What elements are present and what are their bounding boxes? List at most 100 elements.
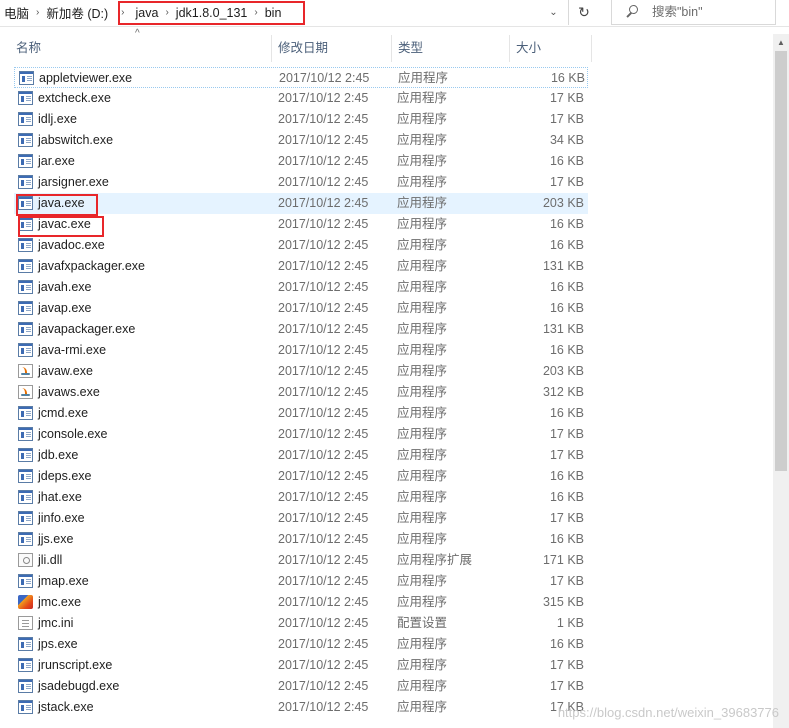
chevron-right-icon[interactable]: › <box>251 7 260 18</box>
file-size: 171 KB <box>542 553 584 567</box>
file-size: 16 KB <box>549 217 584 231</box>
ini-icon <box>18 616 33 630</box>
file-name: javadoc.exe <box>38 238 105 252</box>
file-date: 2017/10/12 2:45 <box>278 700 369 714</box>
file-date: 2017/10/12 2:45 <box>278 343 369 357</box>
file-row[interactable]: idlj.exe 2017/10/12 2:45 应用程序 17 KB <box>14 109 588 130</box>
file-row[interactable]: appletviewer.exe 2017/10/12 2:45 应用程序 16 KB <box>14 67 588 88</box>
file-row[interactable]: javap.exe 2017/10/12 2:45 应用程序 16 KB <box>14 298 588 319</box>
file-row[interactable]: jarsigner.exe 2017/10/12 2:45 应用程序 17 KB <box>14 172 588 193</box>
file-row[interactable]: java.exe 2017/10/12 2:45 应用程序 203 KB <box>14 193 588 214</box>
file-row[interactable]: javapackager.exe 2017/10/12 2:45 应用程序 131 K… <box>14 319 588 340</box>
file-row[interactable]: jdb.exe 2017/10/12 2:45 应用程序 17 KB <box>14 445 588 466</box>
file-row[interactable]: jdeps.exe 2017/10/12 2:45 应用程序 16 KB <box>14 466 588 487</box>
breadcrumb-this-pc[interactable]: 电脑 <box>0 3 33 22</box>
file-row[interactable]: jabswitch.exe 2017/10/12 2:45 应用程序 34 KB <box>14 130 588 151</box>
breadcrumb-drive[interactable]: 新加卷 (D:) <box>42 3 112 22</box>
column-date[interactable]: 修改日期 <box>272 35 392 62</box>
vertical-scrollbar[interactable]: ▲ <box>773 34 789 728</box>
column-size[interactable]: 大小 <box>510 35 592 62</box>
file-name: jmap.exe <box>38 574 89 588</box>
file-type: 应用程序 <box>397 133 448 147</box>
exe-icon <box>18 490 33 504</box>
file-row[interactable]: extcheck.exe 2017/10/12 2:45 应用程序 17 KB <box>14 88 588 109</box>
file-size: 16 KB <box>549 280 584 294</box>
breadcrumb-bin[interactable]: bin <box>261 6 286 20</box>
search-box[interactable] <box>611 0 776 25</box>
file-row[interactable]: javah.exe 2017/10/12 2:45 应用程序 16 KB <box>14 277 588 298</box>
file-row[interactable]: javac.exe 2017/10/12 2:45 应用程序 16 KB <box>14 214 588 235</box>
file-size: 16 KB <box>549 343 584 357</box>
chevron-right-icon[interactable]: › <box>33 7 42 18</box>
file-row[interactable]: jhat.exe 2017/10/12 2:45 应用程序 16 KB <box>14 487 588 508</box>
exe-icon <box>18 427 33 441</box>
file-row[interactable]: javafxpackager.exe 2017/10/12 2:45 应用程序 131… <box>14 256 588 277</box>
file-row[interactable]: jar.exe 2017/10/12 2:45 应用程序 16 KB <box>14 151 588 172</box>
file-row[interactable]: javaws.exe 2017/10/12 2:45 应用程序 312 KB <box>14 382 588 403</box>
file-row[interactable]: jrunscript.exe 2017/10/12 2:45 应用程序 17 KB <box>14 655 588 676</box>
file-row[interactable]: jmc.ini 2017/10/12 2:45 配置设置 1 KB <box>14 613 588 634</box>
column-name[interactable]: 名称 <box>10 35 272 62</box>
file-row[interactable]: jjs.exe 2017/10/12 2:45 应用程序 16 KB <box>14 529 588 550</box>
file-row[interactable]: jmap.exe 2017/10/12 2:45 应用程序 17 KB <box>14 571 588 592</box>
file-size: 17 KB <box>549 574 584 588</box>
exe-icon <box>18 637 33 651</box>
file-row[interactable]: java-rmi.exe 2017/10/12 2:45 应用程序 16 KB <box>14 340 588 361</box>
file-row[interactable]: jli.dll 2017/10/12 2:45 应用程序扩展 171 KB <box>14 550 588 571</box>
file-date: 2017/10/12 2:45 <box>278 574 369 588</box>
file-type: 应用程序 <box>397 406 448 420</box>
file-row[interactable]: jinfo.exe 2017/10/12 2:45 应用程序 17 KB <box>14 508 588 529</box>
file-row[interactable]: jconsole.exe 2017/10/12 2:45 应用程序 17 KB <box>14 424 588 445</box>
refresh-icon[interactable]: ↻ <box>568 0 599 25</box>
chevron-right-icon[interactable]: › <box>162 7 171 18</box>
exe-icon <box>18 679 33 693</box>
file-row[interactable]: javadoc.exe 2017/10/12 2:45 应用程序 16 KB <box>14 235 588 256</box>
file-row[interactable]: jstack.exe 2017/10/12 2:45 应用程序 17 KB <box>14 697 588 718</box>
search-icon <box>624 4 640 20</box>
file-size: 34 KB <box>549 133 584 147</box>
file-type: 应用程序 <box>397 679 448 693</box>
file-size: 16 KB <box>549 469 584 483</box>
address-bar[interactable]: 电脑 › 新加卷 (D:) › java › jdk1.8.0_131 › bi… <box>0 0 789 27</box>
file-size: 16 KB <box>549 637 584 651</box>
file-name: javaw.exe <box>38 364 93 378</box>
file-row[interactable]: jcmd.exe 2017/10/12 2:45 应用程序 16 KB <box>14 403 588 424</box>
file-date: 2017/10/12 2:45 <box>278 658 369 672</box>
file-date: 2017/10/12 2:45 <box>278 322 369 336</box>
scroll-thumb[interactable] <box>775 51 787 471</box>
file-type: 应用程序 <box>398 71 449 85</box>
scroll-up-arrow-icon[interactable]: ▲ <box>773 34 789 51</box>
file-date: 2017/10/12 2:45 <box>278 91 369 105</box>
file-type: 应用程序 <box>397 91 448 105</box>
exe-icon <box>18 196 33 210</box>
file-row[interactable]: javaw.exe 2017/10/12 2:45 应用程序 203 KB <box>14 361 588 382</box>
breadcrumb-jdk[interactable]: jdk1.8.0_131 <box>172 6 252 20</box>
breadcrumb-java[interactable]: java <box>132 6 163 20</box>
file-type: 应用程序 <box>397 637 448 651</box>
file-name: jdeps.exe <box>38 469 92 483</box>
file-date: 2017/10/12 2:45 <box>278 385 369 399</box>
file-row[interactable]: jps.exe 2017/10/12 2:45 应用程序 16 KB <box>14 634 588 655</box>
file-name: idlj.exe <box>38 112 77 126</box>
exe-icon <box>18 217 33 231</box>
file-date: 2017/10/12 2:45 <box>279 71 370 85</box>
exe-icon <box>18 574 33 588</box>
file-date: 2017/10/12 2:45 <box>278 553 369 567</box>
file-name: jabswitch.exe <box>38 133 114 147</box>
file-name: jstack.exe <box>38 700 94 714</box>
file-size: 16 KB <box>549 238 584 252</box>
jmc-icon <box>18 595 33 609</box>
file-row[interactable]: jsadebugd.exe 2017/10/12 2:45 应用程序 17 KB <box>14 676 588 697</box>
file-type: 应用程序 <box>397 364 448 378</box>
file-size: 17 KB <box>549 679 584 693</box>
file-date: 2017/10/12 2:45 <box>278 280 369 294</box>
search-input[interactable] <box>650 4 774 20</box>
file-type: 应用程序 <box>397 448 448 462</box>
exe-icon <box>18 343 33 357</box>
chevron-right-icon[interactable]: › <box>118 7 127 18</box>
file-type: 应用程序 <box>397 658 448 672</box>
file-row[interactable]: jmc.exe 2017/10/12 2:45 应用程序 315 KB <box>14 592 588 613</box>
column-type[interactable]: 类型 <box>392 35 510 62</box>
chevron-down-icon[interactable]: ⌄ <box>540 0 567 25</box>
file-type: 应用程序 <box>397 238 448 252</box>
